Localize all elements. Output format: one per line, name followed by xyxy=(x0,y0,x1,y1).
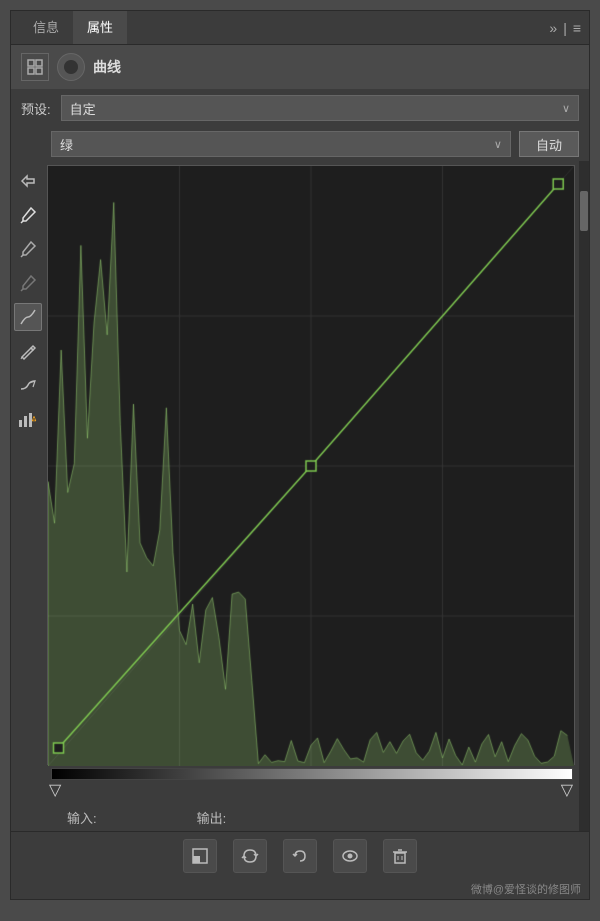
histogram-warning-tool[interactable] xyxy=(14,405,42,433)
bottom-toolbar xyxy=(11,831,589,879)
menu-icon[interactable]: ≡ xyxy=(573,20,581,36)
channel-arrow-icon: ∨ xyxy=(494,138,502,151)
gradient-handles: ▽ ▽ xyxy=(49,780,573,800)
visibility-button[interactable] xyxy=(333,839,367,873)
channel-dropdown[interactable]: 绿 ∨ xyxy=(51,131,511,157)
tab-bar: 信息 属性 » | ≡ xyxy=(11,11,589,45)
scrollbar-thumb[interactable] xyxy=(580,191,588,231)
auto-button[interactable]: 自动 xyxy=(519,131,579,157)
cycle-view-button[interactable] xyxy=(233,839,267,873)
input-label: 输入: xyxy=(67,808,97,827)
preset-arrow-icon: ∨ xyxy=(562,102,570,115)
smooth-curve-tool[interactable] xyxy=(14,371,42,399)
gray-eyedropper-tool[interactable] xyxy=(14,235,42,263)
gradient-bar-container: ▽ ▽ xyxy=(47,765,575,800)
black-point-handle[interactable]: ▽ xyxy=(49,780,61,800)
white-point-handle[interactable]: ▽ xyxy=(561,780,573,800)
input-gradient-bar xyxy=(51,768,573,780)
channel-row: 绿 ∨ 自动 xyxy=(11,127,589,161)
tab-info[interactable]: 信息 xyxy=(19,11,73,44)
reset-button[interactable] xyxy=(283,839,317,873)
delete-button[interactable] xyxy=(383,839,417,873)
scrollbar-track[interactable] xyxy=(579,161,589,831)
tab-icons: » | ≡ xyxy=(549,20,581,36)
panel-title-row: 曲线 xyxy=(11,45,589,89)
main-content: ▽ ▽ 输入: 输出: xyxy=(11,161,589,831)
preset-value: 自定 xyxy=(70,99,96,118)
curve-canvas[interactable] xyxy=(48,166,574,766)
output-label: 输出: xyxy=(197,808,227,827)
pencil-tool[interactable] xyxy=(14,337,42,365)
preset-row: 预设: 自定 ∨ xyxy=(11,89,589,127)
layer-mask-icon xyxy=(57,53,85,81)
double-arrow-icon[interactable]: » xyxy=(549,20,557,36)
watermark: 微博@爱怪谈的修图师 xyxy=(11,879,589,899)
tools-panel xyxy=(11,161,45,831)
tab-properties[interactable]: 属性 xyxy=(73,11,127,44)
white-eyedropper-tool[interactable] xyxy=(14,201,42,229)
divider-icon: | xyxy=(563,20,567,36)
curve-display[interactable] xyxy=(47,165,575,765)
clip-shadows-button[interactable] xyxy=(183,839,217,873)
preset-label: 预设: xyxy=(21,99,51,118)
auto-correct-tool[interactable] xyxy=(14,167,42,195)
curve-adjustment-tool[interactable] xyxy=(14,303,42,331)
panel-title: 曲线 xyxy=(93,57,121,77)
preset-dropdown[interactable]: 自定 ∨ xyxy=(61,95,579,121)
channel-value: 绿 xyxy=(60,135,73,154)
adjustment-grid-icon xyxy=(21,53,49,81)
black-eyedropper-tool[interactable] xyxy=(14,269,42,297)
io-row: 输入: 输出: xyxy=(47,800,575,831)
